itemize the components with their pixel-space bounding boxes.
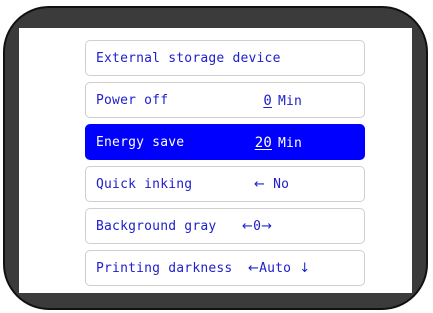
power-off-minutes: 0 bbox=[263, 93, 272, 109]
background-gray-value: ←0→ bbox=[242, 219, 272, 234]
arrow-left-icon[interactable]: ← bbox=[254, 177, 265, 192]
menu-item-power-off[interactable]: Power off 0 Min bbox=[85, 82, 365, 118]
settings-menu: External storage device Power off 0 Min E… bbox=[85, 40, 365, 292]
energy-save-unit: Min bbox=[278, 136, 303, 151]
menu-item-label: Quick inking bbox=[96, 177, 193, 192]
menu-item-label: Energy save bbox=[96, 135, 185, 150]
menu-item-printing-darkness[interactable]: Printing darkness ←Auto ↓ bbox=[85, 250, 365, 286]
menu-item-label: External storage device bbox=[96, 51, 281, 66]
quick-inking-value: ← No bbox=[254, 177, 289, 192]
printing-darkness-value: ←Auto ↓ bbox=[248, 261, 310, 276]
power-off-value: 0 Min bbox=[246, 93, 302, 109]
arrow-left-icon[interactable]: ← bbox=[248, 261, 259, 276]
energy-save-minutes: 20 bbox=[254, 135, 272, 151]
arrow-left-icon[interactable]: ← bbox=[242, 219, 253, 234]
menu-item-label: Printing darkness bbox=[96, 261, 233, 276]
quick-inking-setting: No bbox=[273, 177, 290, 192]
power-off-unit: Min bbox=[278, 94, 303, 109]
menu-item-label: Power off bbox=[96, 93, 169, 108]
menu-item-quick-inking[interactable]: Quick inking ← No bbox=[85, 166, 365, 202]
arrow-right-icon[interactable]: → bbox=[261, 219, 272, 234]
printing-darkness-setting: Auto bbox=[259, 261, 292, 276]
menu-item-energy-save[interactable]: Energy save 20 Min bbox=[85, 124, 365, 160]
menu-item-background-gray[interactable]: Background gray ←0→ bbox=[85, 208, 365, 244]
background-gray-setting: 0 bbox=[253, 219, 262, 234]
energy-save-value: 20 Min bbox=[246, 135, 302, 151]
lcd-screen: External storage device Power off 0 Min E… bbox=[19, 28, 412, 293]
arrow-down-icon[interactable]: ↓ bbox=[299, 261, 310, 276]
menu-item-label: Background gray bbox=[96, 219, 217, 234]
menu-item-external-storage-device[interactable]: External storage device bbox=[85, 40, 365, 76]
